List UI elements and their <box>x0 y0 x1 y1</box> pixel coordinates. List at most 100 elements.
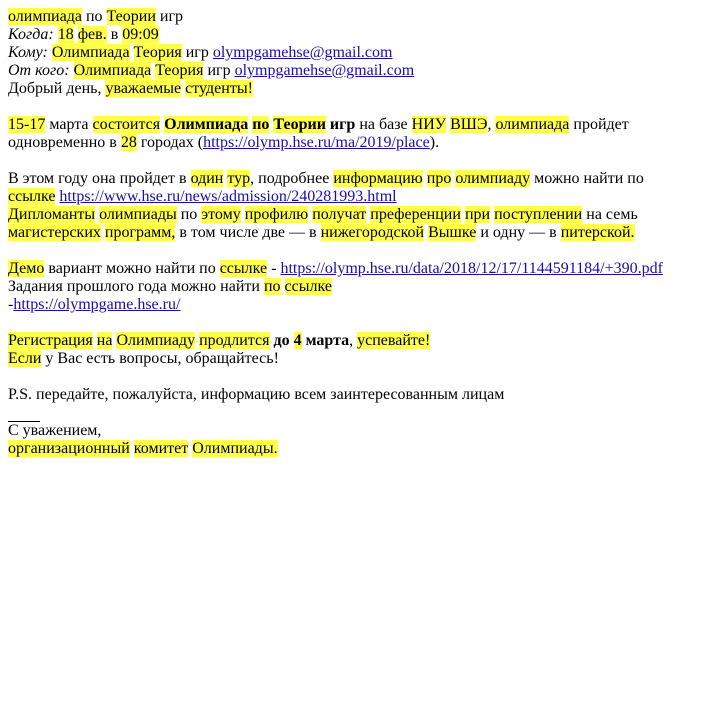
highlighted-word: комитет <box>133 440 189 457</box>
highlighted-word: про <box>426 170 452 187</box>
highlighted-word: олимпиады <box>99 206 177 223</box>
text-run: , подробнее <box>250 170 334 187</box>
email-message: олимпиада по Теории игр Когда: 18 фев. в… <box>8 8 708 458</box>
text-run <box>130 44 134 61</box>
highlighted-word: Олимпиада <box>51 44 130 61</box>
highlighted-word: преференции <box>370 206 461 223</box>
postscript: P.S. передайте, пожалуйста, информацию в… <box>8 386 708 404</box>
highlighted-word: на <box>96 332 113 349</box>
highlighted-word: Дипломанты <box>8 206 96 223</box>
highlighted-word: НИУ <box>411 116 447 133</box>
paragraph-dates-line-2: одновременно в 28 городах (https://olymp… <box>8 134 708 152</box>
email-subject: олимпиада по Теории игр <box>8 8 708 26</box>
email-from-row: От кого: Олимпиада Теория игр olympgameh… <box>8 62 708 80</box>
highlighted-word: получат <box>312 206 367 223</box>
highlighted-word: Олимпиаду <box>116 332 196 349</box>
highlighted-word: организационный <box>8 440 130 457</box>
highlighted-word: Олимпиада <box>73 62 152 79</box>
highlighted-word: один <box>190 170 224 187</box>
paragraph-format-line-4: магистерских программ, в том числе две —… <box>8 224 708 242</box>
text-run: марта <box>301 332 350 349</box>
text-run: игр <box>181 44 213 61</box>
highlighted-word: магистерских <box>8 224 101 241</box>
highlighted-word: Теория <box>155 62 204 79</box>
signature-committee: организационный комитет Олимпиады. <box>8 440 708 458</box>
text-run: ). <box>429 134 440 151</box>
paragraph-demo-line-2: Задания прошлого года можно найти по ссы… <box>8 278 708 296</box>
paragraph-demo-line-1: Демо вариант можно найти по ссылке - htt… <box>8 260 708 278</box>
link[interactable]: https://olympgame.hse.ru/ <box>13 296 180 313</box>
text-run: до <box>273 332 290 349</box>
text-run: - <box>267 260 281 277</box>
highlighted-word: ссылке <box>219 260 268 277</box>
highlighted-word: питерской. <box>560 224 635 241</box>
highlighted-word: ссылке <box>284 278 332 295</box>
link[interactable]: https://olymp.hse.ru/ma/2019/place <box>203 134 430 151</box>
text-run: на семь <box>582 206 638 223</box>
text-run: одновременно в <box>8 134 121 151</box>
text-run: вариант можно найти по <box>44 260 220 277</box>
highlighted-word: Теории <box>273 116 326 133</box>
text-run: пройдет <box>569 116 629 133</box>
link[interactable]: olympgamehse@gmail.com <box>235 62 415 79</box>
highlighted-word: Теория <box>133 44 182 61</box>
highlighted-word: продлится <box>199 332 270 349</box>
text-run: Задания прошлого года можно найти <box>8 278 264 295</box>
highlighted-word: студенты! <box>185 80 253 97</box>
highlighted-word: по <box>263 278 281 295</box>
highlighted-word: олимпиада <box>495 116 570 133</box>
text-run: игр <box>155 8 184 25</box>
email-date: 18 фев. в 09:09 <box>54 26 159 43</box>
paragraph-dates-line-1: 15-17 марта состоится Олимпиада по Теори… <box>8 116 708 134</box>
highlighted-word: поступлении <box>494 206 583 223</box>
highlighted-word: при <box>464 206 491 223</box>
highlighted-word: тур <box>227 170 251 187</box>
to-label: Кому: <box>8 44 48 61</box>
link[interactable]: https://olymp.hse.ru/data/2018/12/17/114… <box>280 260 662 277</box>
highlighted-word: профилю <box>244 206 309 223</box>
link[interactable]: olympgamehse@gmail.com <box>213 44 393 61</box>
highlighted-word: Теории <box>106 8 156 25</box>
text-run <box>290 332 294 349</box>
text-run: у Вас есть вопросы, обращайтесь! <box>41 350 279 367</box>
text-run: Добрый день, <box>8 80 106 97</box>
highlighted-word: Вышке <box>428 224 477 241</box>
when-label: Когда: <box>8 26 54 43</box>
highlighted-word: Олимпиады. <box>192 440 278 457</box>
highlighted-word: олимпиаду <box>455 170 531 187</box>
text-run: игр <box>325 116 356 133</box>
text-run: , <box>349 332 358 349</box>
highlighted-word: 28 <box>120 134 137 151</box>
signature-regards: С уважением, <box>8 422 708 440</box>
highlighted-word: нижегородской <box>320 224 425 241</box>
highlighted-word: 15-17 <box>8 116 46 133</box>
highlighted-word: ВШЭ <box>450 116 488 133</box>
text-run: марта <box>45 116 93 133</box>
highlighted-word: уважаемые <box>105 80 182 97</box>
highlighted-word: программ, <box>104 224 176 241</box>
text-run: в том числе две — в <box>175 224 321 241</box>
registration-line: Регистрация на Олимпиаду продлится до 4 … <box>8 332 708 350</box>
questions-line: Если у Вас есть вопросы, обращайтесь! <box>8 350 708 368</box>
email-from: Олимпиада Теория игр olympgamehse@gmail.… <box>70 62 415 79</box>
paragraph-demo-line-3: -https://olympgame.hse.ru/ <box>8 296 708 314</box>
text-run <box>281 278 285 295</box>
text-run: С уважением, <box>8 422 102 439</box>
email-to-row: Кому: Олимпиада Теория игр olympgamehse@… <box>8 44 708 62</box>
highlighted-word: успевайте! <box>357 332 431 349</box>
email-to: Олимпиада Теория игр olympgamehse@gmail.… <box>48 44 393 61</box>
email-date-row: Когда: 18 фев. в 09:09 <box>8 26 708 44</box>
link[interactable]: https://www.hse.ru/news/admission/240281… <box>59 188 396 205</box>
paragraph-format-line-2: ссылке https://www.hse.ru/news/admission… <box>8 188 708 206</box>
text-run: по <box>81 8 107 25</box>
highlighted-word: Олимпиада <box>164 116 249 133</box>
highlighted-word: олимпиада <box>8 8 82 25</box>
text-run: по <box>176 206 202 223</box>
highlighted-word: 09:09 <box>122 26 159 43</box>
text-run: на базе <box>355 116 412 133</box>
paragraph-format-line-3: Дипломанты олимпиады по этому профилю по… <box>8 206 708 224</box>
greeting: Добрый день, уважаемые студенты! <box>8 80 708 98</box>
highlighted-word: 18 <box>57 26 74 43</box>
text-run: можно найти по <box>530 170 644 187</box>
text-run <box>70 62 74 79</box>
